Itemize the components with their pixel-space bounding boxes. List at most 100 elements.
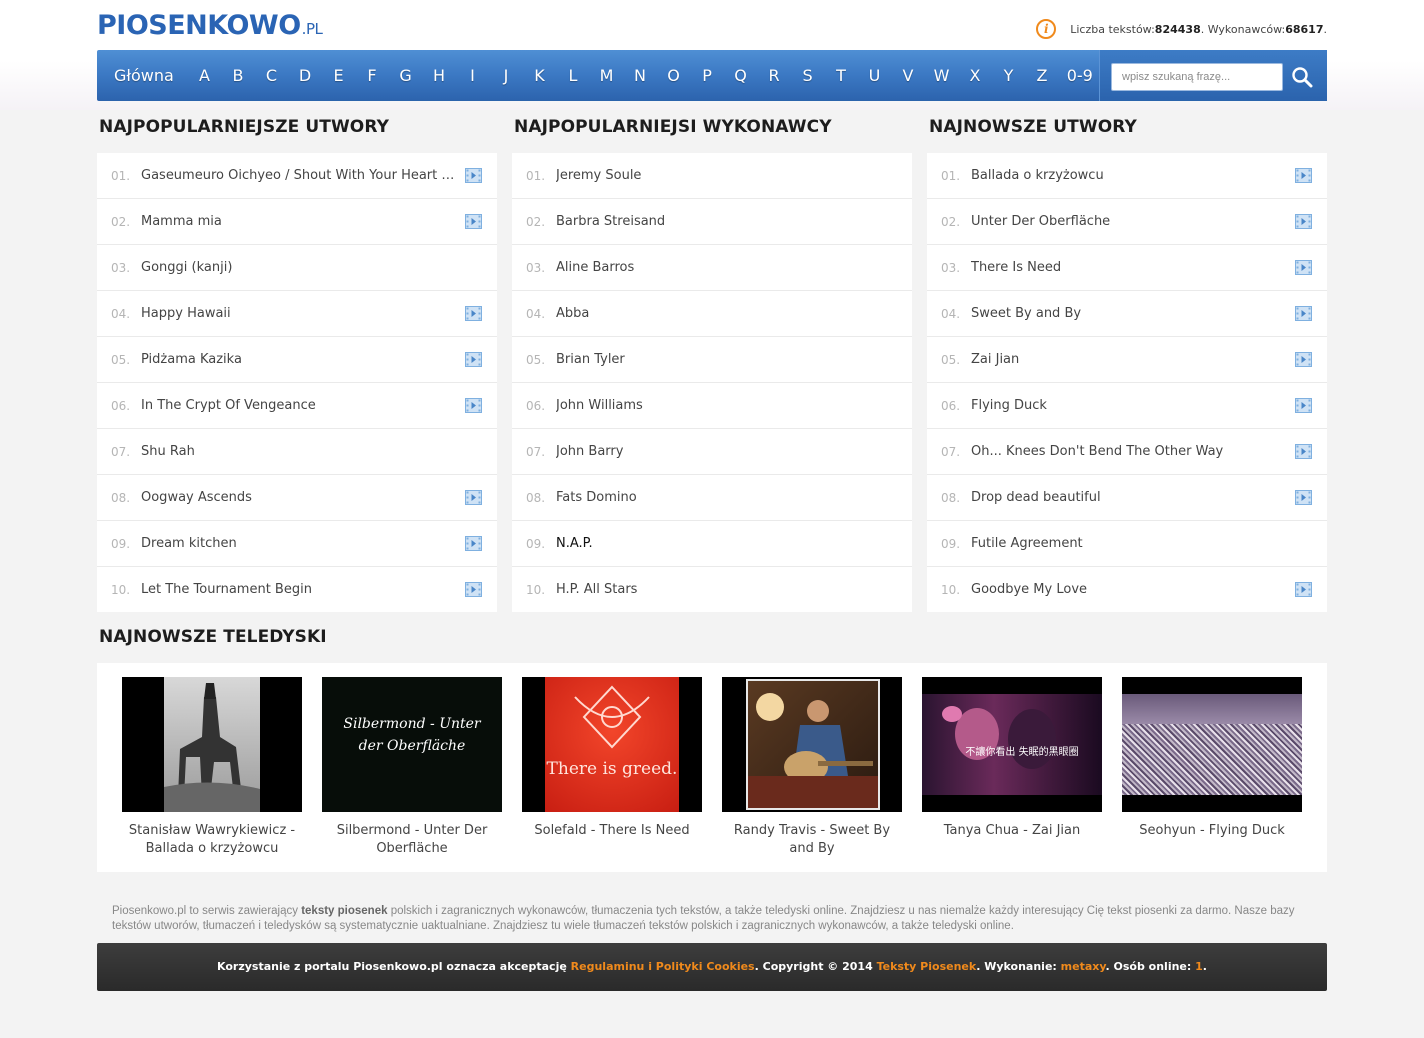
video-icon[interactable] <box>1295 352 1312 367</box>
song-row[interactable]: 05. Pidżama Kazika <box>97 337 497 383</box>
video-card[interactable]: Silbermond - Unter der Oberfläche Silber… <box>322 677 502 858</box>
nav-letter-m[interactable]: M <box>590 50 624 101</box>
video-icon[interactable] <box>1295 582 1312 597</box>
song-row[interactable]: 08. Oogway Ascends <box>97 475 497 521</box>
video-card[interactable]: There is greed. Solefald - There Is Need <box>522 677 702 840</box>
artist-row[interactable]: 02. Barbra Streisand <box>512 199 912 245</box>
row-title-link[interactable]: Fats Domino <box>556 490 637 505</box>
artist-row[interactable]: 04. Abba <box>512 291 912 337</box>
nav-letter-q[interactable]: Q <box>724 50 758 101</box>
video-icon[interactable] <box>1295 214 1312 229</box>
song-row[interactable]: 08. Drop dead beautiful <box>927 475 1327 521</box>
artist-row[interactable]: 09. N.A.P. <box>512 521 912 567</box>
row-title-link[interactable]: Mamma mia <box>141 214 222 229</box>
artist-row[interactable]: 10. H.P. All Stars <box>512 567 912 612</box>
video-card[interactable]: Randy Travis - Sweet By and By <box>722 677 902 858</box>
video-thumbnail[interactable]: There is greed. <box>522 677 702 812</box>
row-title-link[interactable]: John Barry <box>556 444 623 459</box>
search-input[interactable] <box>1111 63 1283 91</box>
row-title-link[interactable]: Brian Tyler <box>556 352 625 367</box>
video-card[interactable]: Stanisław Wawrykiewicz - Ballada o krzyż… <box>122 677 302 858</box>
row-title-link[interactable]: Dream kitchen <box>141 536 237 551</box>
row-title-link[interactable]: Gaseumeuro Oichyeo / Shout With Your Hea… <box>141 168 459 183</box>
site-logo[interactable]: PIOSENKOWO.PL <box>97 10 323 41</box>
song-row[interactable]: 10. Let The Tournament Begin <box>97 567 497 612</box>
row-title-link[interactable]: Goodbye My Love <box>971 582 1087 597</box>
nav-letter-i[interactable]: I <box>456 50 490 101</box>
song-row[interactable]: 10. Goodbye My Love <box>927 567 1327 612</box>
video-thumbnail[interactable] <box>1122 677 1302 812</box>
video-icon[interactable] <box>465 306 482 321</box>
song-row[interactable]: 02. Unter Der Oberfläche <box>927 199 1327 245</box>
artist-row[interactable]: 03. Aline Barros <box>512 245 912 291</box>
row-title-link[interactable]: H.P. All Stars <box>556 582 637 597</box>
nav-letter-u[interactable]: U <box>858 50 892 101</box>
nav-letter-z[interactable]: Z <box>1025 50 1059 101</box>
nav-letter-o[interactable]: O <box>657 50 691 101</box>
row-title-link[interactable]: Zai Jian <box>971 352 1019 367</box>
video-caption[interactable]: Randy Travis - Sweet By and By <box>722 822 902 858</box>
artist-row[interactable]: 05. Brian Tyler <box>512 337 912 383</box>
video-thumbnail[interactable]: 不讓你看出 失眠的黑眼圈 <box>922 677 1102 812</box>
nav-letter-y[interactable]: Y <box>992 50 1026 101</box>
rules-link[interactable]: Regulaminu i Polityki Cookies <box>571 960 755 973</box>
nav-letter-j[interactable]: J <box>489 50 523 101</box>
nav-letter-r[interactable]: R <box>757 50 791 101</box>
row-title-link[interactable]: Oogway Ascends <box>141 490 252 505</box>
nav-letter-c[interactable]: C <box>255 50 289 101</box>
video-icon[interactable] <box>1295 168 1312 183</box>
row-title-link[interactable]: Jeremy Soule <box>556 168 641 183</box>
search-icon[interactable] <box>1291 66 1313 88</box>
nav-letter-s[interactable]: S <box>791 50 825 101</box>
song-row[interactable]: 02. Mamma mia <box>97 199 497 245</box>
nav-letter-b[interactable]: B <box>221 50 255 101</box>
artist-row[interactable]: 08. Fats Domino <box>512 475 912 521</box>
video-icon[interactable] <box>465 168 482 183</box>
video-icon[interactable] <box>465 582 482 597</box>
row-title-link[interactable]: Pidżama Kazika <box>141 352 242 367</box>
row-title-link[interactable]: Shu Rah <box>141 444 195 459</box>
song-row[interactable]: 04. Sweet By and By <box>927 291 1327 337</box>
video-icon[interactable] <box>465 398 482 413</box>
song-row[interactable]: 07. Oh... Knees Don't Bend The Other Way <box>927 429 1327 475</box>
artist-row[interactable]: 06. John Williams <box>512 383 912 429</box>
video-icon[interactable] <box>465 536 482 551</box>
row-title-link[interactable]: Sweet By and By <box>971 306 1081 321</box>
row-title-link[interactable]: Futile Agreement <box>971 536 1083 551</box>
row-title-link[interactable]: Happy Hawaii <box>141 306 231 321</box>
nav-letter-a[interactable]: A <box>188 50 222 101</box>
nav-letter-d[interactable]: D <box>288 50 322 101</box>
nav-letter-v[interactable]: V <box>891 50 925 101</box>
song-row[interactable]: 09. Dream kitchen <box>97 521 497 567</box>
texts-link[interactable]: Teksty Piosenek <box>877 960 977 973</box>
nav-letter-e[interactable]: E <box>322 50 356 101</box>
row-title-link[interactable]: In The Crypt Of Vengeance <box>141 398 316 413</box>
nav-letter-g[interactable]: G <box>389 50 423 101</box>
row-title-link[interactable]: Abba <box>556 306 589 321</box>
row-title-link[interactable]: Gonggi (kanji) <box>141 260 232 275</box>
row-title-link[interactable]: Oh... Knees Don't Bend The Other Way <box>971 444 1223 459</box>
song-row[interactable]: 06. Flying Duck <box>927 383 1327 429</box>
nav-letter-p[interactable]: P <box>690 50 724 101</box>
video-icon[interactable] <box>1295 490 1312 505</box>
nav-home[interactable]: Główna <box>106 50 182 101</box>
artist-row[interactable]: 01. Jeremy Soule <box>512 153 912 199</box>
artist-row[interactable]: 07. John Barry <box>512 429 912 475</box>
song-row[interactable]: 04. Happy Hawaii <box>97 291 497 337</box>
nav-letter-h[interactable]: H <box>422 50 456 101</box>
video-thumbnail[interactable]: Silbermond - Unter der Oberfläche <box>322 677 502 812</box>
video-caption[interactable]: Seohyun - Flying Duck <box>1122 822 1302 840</box>
nav-digits[interactable]: 0-9 <box>1059 50 1101 101</box>
video-icon[interactable] <box>1295 444 1312 459</box>
nav-letter-f[interactable]: F <box>355 50 389 101</box>
nav-letter-w[interactable]: W <box>925 50 959 101</box>
nav-letter-x[interactable]: X <box>958 50 992 101</box>
song-row[interactable]: 03. There Is Need <box>927 245 1327 291</box>
song-row[interactable]: 07. Shu Rah <box>97 429 497 475</box>
row-title-link[interactable]: There Is Need <box>971 260 1061 275</box>
author-link[interactable]: metaxy <box>1061 960 1106 973</box>
video-caption[interactable]: Solefald - There Is Need <box>522 822 702 840</box>
row-title-link[interactable]: John Williams <box>556 398 643 413</box>
video-icon[interactable] <box>1295 260 1312 275</box>
row-title-link[interactable]: Let The Tournament Begin <box>141 582 312 597</box>
